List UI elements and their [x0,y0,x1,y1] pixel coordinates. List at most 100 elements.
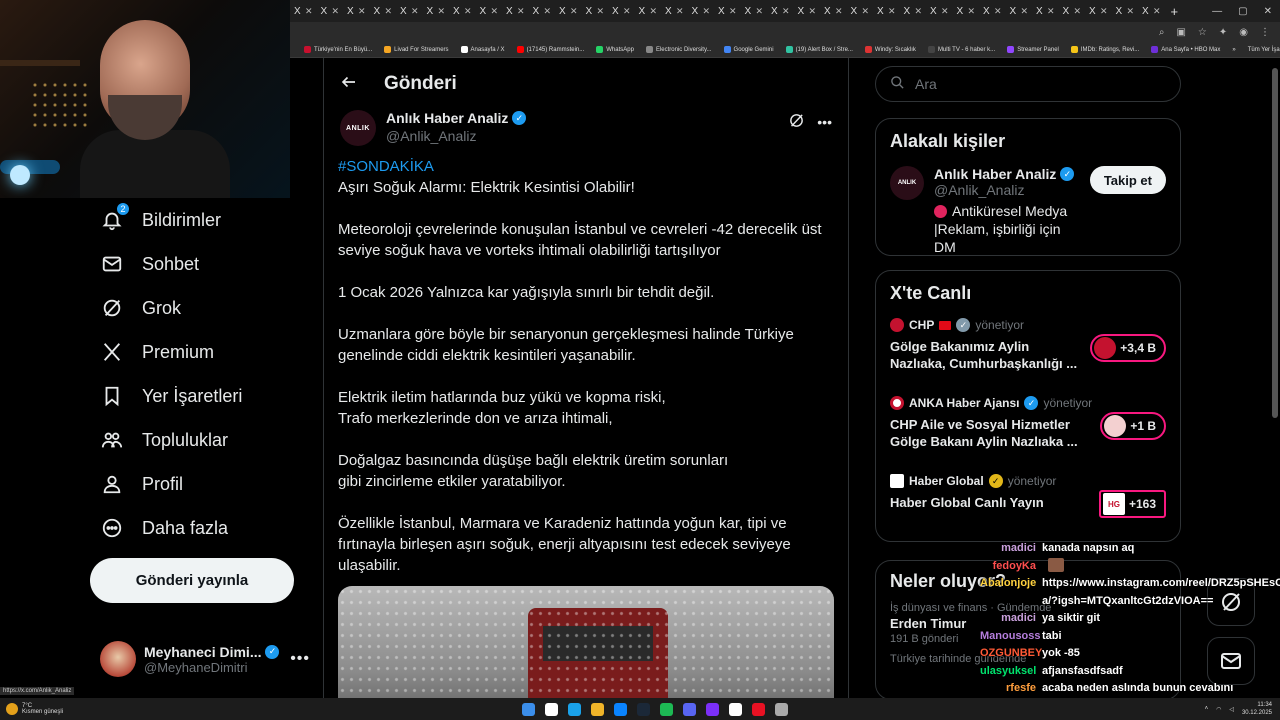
bookmarks-overflow[interactable]: » [1232,47,1235,53]
taskbar-app-icon[interactable] [683,702,696,716]
bookmark-item[interactable]: Multi TV - 6 haber k... [927,46,995,53]
browser-tab[interactable]: X ✕ [794,0,821,22]
close-icon[interactable]: ✕ [729,6,737,17]
bookmark-item[interactable]: Windy: Sıcaklık [864,46,916,53]
close-icon[interactable]: ✕ [437,6,445,17]
live-item[interactable]: ANKA Haber Ajansı ✓ yönetiyor CHP Aile v… [876,396,1180,474]
browser-tab[interactable]: X ✕ [317,0,344,22]
browser-tab[interactable]: X ✕ [1006,0,1033,22]
new-tab-button[interactable]: + [1165,4,1185,19]
close-icon[interactable]: ✕ [596,6,604,17]
bookmark-item[interactable]: Anasayfa / X [460,46,505,53]
bookmark-item[interactable]: (19) Alert Box / Stre... [785,46,853,53]
browser-tab[interactable]: X ✕ [449,0,476,22]
browser-tab[interactable]: X ✕ [688,0,715,22]
taskbar-app-icon[interactable] [614,702,627,716]
nav-grok[interactable]: Grok [90,286,300,330]
nav-premium[interactable]: Premium [90,330,300,374]
more-dots-icon[interactable]: ••• [290,650,310,668]
hashtag-link[interactable]: #SONDAKİKA [338,156,834,177]
browser-tab[interactable]: X ✕ [529,0,556,22]
browser-tab[interactable]: X ✕ [608,0,635,22]
taskbar-app-icon[interactable] [591,702,604,716]
nav-messages[interactable]: Sohbet [90,242,300,286]
author-name[interactable]: Anlık Haber Analiz [386,110,508,126]
browser-tab[interactable]: X ✕ [582,0,609,22]
bookmark-item[interactable]: Ana Sayfa • HBO Max [1151,46,1220,53]
close-icon[interactable]: ✕ [1153,6,1161,17]
nav-communities[interactable]: Topluluklar [90,418,300,462]
browser-tab[interactable]: X ✕ [1032,0,1059,22]
wifi-icon[interactable]: ◠ [1216,706,1221,713]
browser-tab[interactable]: X ✕ [476,0,503,22]
close-icon[interactable]: ✕ [994,6,1002,17]
browser-tab[interactable]: X ✕ [767,0,794,22]
bookmark-item[interactable]: Streamer Panel [1007,46,1059,53]
author-avatar[interactable]: ANLIK [340,110,376,146]
account-switcher[interactable]: Meyhaneci Dimi... ✓ @MeyhaneDimitri ••• [100,637,310,681]
taskbar-app-icon[interactable] [637,702,650,716]
close-icon[interactable]: ✕ [305,6,313,17]
browser-tab[interactable]: X ✕ [555,0,582,22]
close-icon[interactable]: ✕ [1126,6,1134,17]
close-icon[interactable]: ✕ [1073,6,1081,17]
nav-more[interactable]: Daha fazla [90,506,300,550]
bookmark-item[interactable]: Livad For Streamers [384,46,449,53]
browser-tab[interactable]: X ✕ [343,0,370,22]
profile-icon[interactable]: ◉ [1239,27,1248,38]
close-icon[interactable]: ✕ [623,6,631,17]
close-icon[interactable]: ✕ [782,6,790,17]
browser-tab[interactable]: X ✕ [423,0,450,22]
close-icon[interactable]: ✕ [517,6,525,17]
maximize-icon[interactable]: ▢ [1238,6,1247,17]
browser-tab[interactable]: X ✕ [900,0,927,22]
taskbar-app-icon[interactable] [568,702,581,716]
weather-widget[interactable]: 7°C Kısmen güneşli [0,703,63,715]
taskbar-app-icon[interactable] [545,702,558,716]
more-dots-icon[interactable]: ••• [817,114,832,130]
live-listener-pill[interactable]: +1 B [1100,412,1166,440]
browser-tab[interactable]: X ✕ [635,0,662,22]
close-icon[interactable]: ✕ [1100,6,1108,17]
volume-icon[interactable]: ◁ [1229,706,1234,713]
taskbar-app-icon[interactable] [660,702,673,716]
close-icon[interactable]: ✕ [1047,6,1055,17]
taskbar-app-icon[interactable] [775,702,788,716]
close-icon[interactable]: ✕ [331,6,339,17]
close-icon[interactable]: ✕ [914,6,922,17]
bookmark-item[interactable]: WhatsApp [596,46,634,53]
nav-notifications[interactable]: 2 Bildirimler [90,198,300,242]
close-icon[interactable]: ✕ [384,6,392,17]
close-icon[interactable]: ✕ [570,6,578,17]
all-bookmarks[interactable]: Tüm Yer İşaretleri [1248,47,1280,53]
taskbar-app-icon[interactable] [706,702,719,716]
browser-tab[interactable]: X ✕ [926,0,953,22]
bookmark-item[interactable]: Electronic Diversity... [645,46,712,53]
bookmark-item[interactable]: Türkiye'nin En Büyü... [304,46,372,53]
browser-tab[interactable]: X ✕ [502,0,529,22]
live-item[interactable]: CHP ✓ yönetiyor Gölge Bakanımız Aylin Na… [876,318,1180,396]
close-icon[interactable]: ✕ [543,6,551,17]
clock[interactable]: 11:34 30.12.2025 [1242,701,1272,717]
close-icon[interactable]: ✕ [755,6,763,17]
tweet-media-image[interactable] [338,586,834,698]
post-button[interactable]: Gönderi yayınla [90,558,294,603]
browser-tab[interactable]: X ✕ [979,0,1006,22]
related-user[interactable]: ANLIK Anlık Haber Analiz ✓ @Anlik_Analiz … [876,152,1180,256]
browser-tab[interactable]: X ✕ [741,0,768,22]
bookmark-item[interactable]: (17145) Rammstein... [516,46,584,53]
back-arrow-icon[interactable] [340,73,360,96]
close-icon[interactable]: ✕ [649,6,657,17]
browser-tab[interactable]: X ✕ [953,0,980,22]
browser-tab[interactable]: X ✕ [847,0,874,22]
close-icon[interactable]: ✕ [888,6,896,17]
browser-tab[interactable]: X ✕ [1112,0,1139,22]
close-icon[interactable]: ✕ [1020,6,1028,17]
minimize-icon[interactable]: — [1212,6,1222,17]
nav-bookmarks[interactable]: Yer İşaretleri [90,374,300,418]
browser-tab[interactable]: X ✕ [1085,0,1112,22]
close-icon[interactable]: ✕ [861,6,869,17]
browser-tab[interactable]: X ✕ [873,0,900,22]
bookmark-item[interactable]: Google Gemini [723,46,774,53]
taskbar-app-icon[interactable] [729,702,742,716]
